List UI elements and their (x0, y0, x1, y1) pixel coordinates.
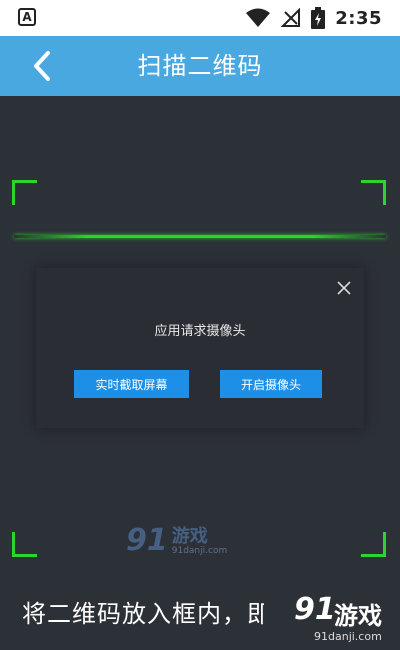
corner-watermark-number: 91 (294, 592, 336, 627)
clock-time: 2:35 (335, 7, 382, 29)
battery-charging-icon (311, 7, 326, 29)
watermark-logo-name: 游戏 (171, 526, 208, 547)
scan-line (14, 235, 386, 238)
watermark-logo: 91 游戏 91danji.com (126, 523, 228, 558)
page-title: 扫描二维码 (137, 52, 263, 80)
camera-permission-dialog: 应用请求摄像头 实时截取屏幕 开启摄像头 (36, 268, 364, 428)
scan-frame-corner-top-left (12, 180, 37, 205)
corner-watermark-name: 游戏 (334, 602, 382, 630)
no-signal-icon (281, 8, 301, 27)
capture-screen-button[interactable]: 实时截取屏幕 (74, 370, 189, 398)
open-camera-button[interactable]: 开启摄像头 (220, 370, 322, 398)
notification-a-icon: A (18, 8, 36, 26)
close-icon (337, 281, 351, 295)
scan-frame-corner-top-right (361, 180, 386, 205)
scan-area: 应用请求摄像头 实时截取屏幕 开启摄像头 91 游戏 91danji.com (0, 96, 400, 650)
scan-frame-corner-bottom-right (361, 532, 386, 557)
scan-instruction: 将二维码放入框内，即 (22, 600, 272, 628)
scan-frame-corner-bottom-left (12, 532, 37, 557)
status-icons: 2:35 (245, 6, 382, 30)
dialog-close-button[interactable] (334, 278, 354, 298)
wifi-icon (246, 8, 271, 27)
watermark-logo-number: 91 (126, 523, 168, 558)
dialog-message: 应用请求摄像头 (154, 324, 246, 339)
corner-watermark: 91 游戏 91danji.com (264, 588, 400, 650)
corner-watermark-url: 91danji.com (314, 630, 382, 643)
app-header: 扫描二维码 (0, 36, 400, 96)
status-bar: A 2:35 (0, 0, 400, 36)
watermark-url: 91danji.com (171, 546, 228, 556)
